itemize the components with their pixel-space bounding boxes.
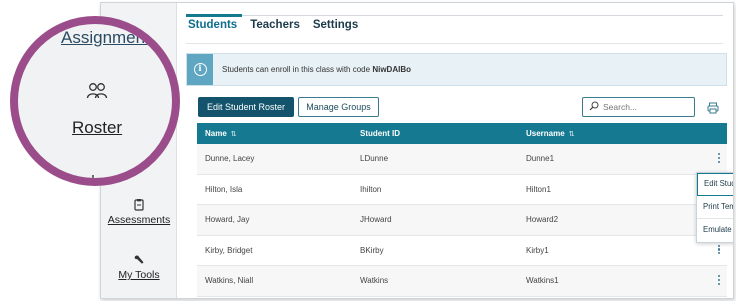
class-code: NiwDAIBo bbox=[372, 65, 411, 74]
info-icon: i bbox=[193, 63, 207, 76]
column-label: Username bbox=[526, 129, 565, 138]
menu-item-emulate-student[interactable]: Emulate this Student bbox=[697, 219, 733, 242]
menu-item-print-temporary-password[interactable]: Print Temporary Password bbox=[697, 196, 733, 219]
cell-student-id: LDunne bbox=[360, 154, 389, 164]
sidebar-item-my-tools[interactable]: My Tools bbox=[101, 254, 177, 281]
tab-students[interactable]: Students bbox=[188, 19, 237, 37]
wrench-icon bbox=[101, 254, 177, 266]
more-options-icon[interactable] bbox=[716, 275, 722, 285]
more-options-icon[interactable] bbox=[716, 244, 722, 255]
table-row: Kirby, Bridget BKirby Kirby1 bbox=[197, 236, 727, 266]
cell-name: Dunne, Lacey bbox=[205, 154, 255, 164]
column-label: Name bbox=[205, 129, 227, 138]
search-icon bbox=[589, 98, 599, 116]
tab-bar: Students Teachers Settings bbox=[188, 19, 358, 37]
cell-username: Dunne1 bbox=[526, 154, 555, 164]
column-label: Student ID bbox=[360, 129, 400, 138]
roster-toolbar: Edit Student Roster Manage Groups bbox=[198, 97, 723, 119]
zoom-roster-label[interactable]: Roster bbox=[72, 118, 122, 138]
cell-name: Howard, Jay bbox=[205, 215, 250, 225]
app-window: Assessments My Tools Students Teachers S… bbox=[100, 2, 734, 299]
table-row: Howard, Jay JHoward Howard2 bbox=[197, 205, 727, 236]
sort-icon: ⇅ bbox=[568, 130, 575, 138]
table-body: Dunne, Lacey LDunne Dunne1 Hilton, Isla … bbox=[197, 144, 727, 297]
sort-icon: ⇅ bbox=[230, 130, 237, 138]
info-icon-box: i bbox=[187, 54, 213, 85]
cell-username: Watkins1 bbox=[526, 276, 559, 286]
clipboard-icon bbox=[101, 198, 177, 211]
edit-student-roster-button[interactable]: Edit Student Roster bbox=[198, 97, 294, 117]
zoom-callout: Assignments Roster bbox=[10, 16, 180, 186]
table-row: Dunne, Lacey LDunne Dunne1 bbox=[197, 144, 727, 175]
cell-student-id: JHoward bbox=[360, 215, 392, 225]
table-header: Name ⇅ Student ID Username ⇅ bbox=[197, 123, 727, 144]
more-options-icon[interactable] bbox=[716, 153, 722, 163]
tab-settings[interactable]: Settings bbox=[313, 19, 358, 37]
info-banner: i Students can enroll in this class with… bbox=[186, 53, 727, 86]
tabs-divider bbox=[186, 15, 723, 16]
row-actions-menu: Edit Student Print Temporary Password Em… bbox=[696, 172, 733, 243]
table-row: Hilton, Isla Ihilton Hilton1 bbox=[197, 175, 727, 205]
cell-name: Hilton, Isla bbox=[205, 184, 243, 194]
sidebar-item-assessments[interactable]: Assessments bbox=[101, 198, 177, 226]
cell-name: Kirby, Bridget bbox=[205, 245, 253, 255]
line-chart-icon bbox=[92, 174, 116, 178]
roster-table: Name ⇅ Student ID Username ⇅ Dunne, Lacey … bbox=[197, 123, 727, 297]
active-tab-indicator bbox=[186, 14, 242, 17]
cell-student-id: BKirby bbox=[360, 245, 384, 255]
info-message: Students can enroll in this class with c… bbox=[222, 65, 371, 74]
column-header-student-id: Student ID bbox=[352, 129, 518, 138]
table-row: Watkins, Niall Watkins Watkins1 bbox=[197, 266, 727, 297]
cell-student-id: Ihilton bbox=[360, 184, 382, 194]
sidebar-item-label: My Tools bbox=[118, 269, 160, 281]
cell-student-id: Watkins bbox=[360, 276, 389, 286]
sidebar-item-label: Assessments bbox=[107, 214, 171, 226]
column-header-username[interactable]: Username ⇅ bbox=[518, 129, 727, 138]
column-header-name[interactable]: Name ⇅ bbox=[197, 129, 352, 138]
search-box[interactable] bbox=[582, 97, 695, 117]
cell-name: Watkins, Niall bbox=[205, 276, 254, 286]
tab-teachers[interactable]: Teachers bbox=[250, 19, 300, 37]
search-input[interactable] bbox=[603, 102, 683, 112]
people-icon bbox=[86, 82, 108, 105]
menu-item-edit-student[interactable]: Edit Student bbox=[697, 173, 733, 196]
print-icon[interactable] bbox=[707, 101, 719, 119]
info-text: Students can enroll in this class with c… bbox=[222, 65, 411, 74]
tabs-underline bbox=[186, 43, 723, 44]
manage-groups-button[interactable]: Manage Groups bbox=[298, 97, 379, 117]
main-content: Students Teachers Settings i Students ca… bbox=[177, 3, 733, 298]
cell-username: Kirby1 bbox=[526, 245, 549, 255]
zoom-assignments-label: Assignments bbox=[61, 28, 159, 47]
